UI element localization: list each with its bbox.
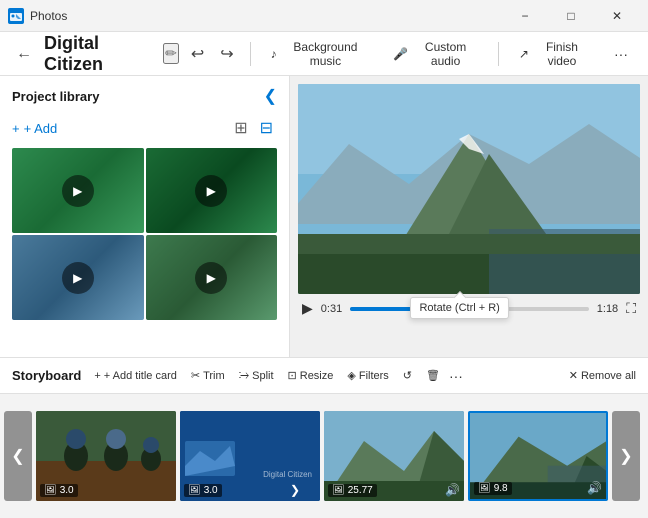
toolbar-separator2 — [498, 42, 499, 66]
minimize-button[interactable]: − — [502, 0, 548, 32]
right-panel: ▶ 0:31 Rotate (Ctrl + R) 1:18 ⛶ — [290, 76, 648, 357]
view-toggles: ⊞ ⊟ — [230, 116, 277, 140]
clip-4-audio: 🔊 — [587, 481, 602, 495]
music-icon: ♪ — [271, 47, 277, 61]
titlebar: Photos − □ ✕ — [0, 0, 648, 32]
play-overlay-2: ▶ — [195, 175, 227, 207]
collapse-panel-button[interactable]: ❮ — [264, 86, 277, 106]
clip-2-watermark: Digital Citizen — [263, 470, 312, 479]
trim-icon: ✂ — [191, 369, 200, 382]
export-icon: ↗ — [519, 47, 529, 61]
clip-3[interactable]: 🖼 25.77 🔊 — [324, 411, 464, 501]
top-toolbar: ← Digital Citizen ✏ ↩ ↪ ♪ Background mus… — [0, 32, 648, 76]
undo-button[interactable]: ↩ — [187, 40, 208, 68]
trim-button[interactable]: ✂ Trim — [186, 367, 230, 384]
play-overlay-1: ▶ — [62, 175, 94, 207]
playback-controls: ▶ 0:31 Rotate (Ctrl + R) 1:18 ⛶ — [298, 294, 640, 323]
window-controls: − □ ✕ — [502, 0, 640, 32]
remove-all-button[interactable]: ✕ Remove all — [569, 369, 636, 382]
time-total: 1:18 — [597, 303, 618, 315]
trash-icon: 🗑 — [426, 369, 440, 382]
grid-view-button[interactable]: ⊞ — [230, 116, 251, 140]
media-thumbnail-2[interactable]: ▶ — [146, 148, 278, 233]
rotate-tooltip: Rotate (Ctrl + R) — [410, 297, 508, 319]
close-icon: ✕ — [569, 369, 578, 382]
maximize-button[interactable]: □ — [548, 0, 594, 32]
filters-button[interactable]: ◈ Filters — [342, 367, 393, 384]
image-icon: 🖼 — [478, 483, 491, 494]
video-preview — [298, 84, 640, 294]
play-overlay-3: ▶ — [62, 262, 94, 294]
image-icon: 🖼 — [44, 485, 57, 496]
tooltip-text: Rotate (Ctrl + R) — [419, 302, 499, 314]
audio-icon: 🎤 — [393, 47, 408, 61]
clip-1[interactable]: 🖼 3.0 — [36, 411, 176, 501]
photos-icon — [8, 8, 24, 24]
add-bar: + + Add ⊞ ⊟ — [0, 112, 289, 148]
plus-icon: + — [12, 121, 20, 136]
progress-bar[interactable]: Rotate (Ctrl + R) — [350, 307, 589, 311]
clip-4-duration: 🖼 9.8 — [474, 482, 512, 495]
storyboard-area: Storyboard + + Add title card ✂ Trim ⧴ S… — [0, 357, 648, 517]
panel-title: Project library — [12, 89, 99, 104]
play-overlay-4: ▶ — [195, 262, 227, 294]
storyboard-toolbar: Storyboard + + Add title card ✂ Trim ⧴ S… — [0, 358, 648, 394]
media-thumbnail-1[interactable]: ▶ — [12, 148, 144, 233]
split-button[interactable]: ⧴ Split — [234, 367, 279, 384]
back-button[interactable]: ← — [12, 41, 36, 67]
plus-icon: + — [94, 370, 100, 382]
clip-4[interactable]: 🖼 9.8 🔊 — [468, 411, 608, 501]
delete-clip-button[interactable]: 🗑 — [421, 367, 445, 384]
clip-3-duration: 🖼 25.77 — [328, 484, 377, 497]
storyboard-clips: ❮ 🖼 3.0 — [0, 394, 648, 518]
preview-scene — [298, 84, 640, 294]
clip-3-audio: 🔊 — [445, 483, 460, 497]
add-media-button[interactable]: + + Add — [12, 121, 57, 136]
storyboard-more-button[interactable]: ··· — [449, 368, 463, 384]
background-music-button[interactable]: ♪ Background music — [263, 36, 378, 72]
app-body: ← Digital Citizen ✏ ↩ ↪ ♪ Background mus… — [0, 32, 648, 517]
list-view-button[interactable]: ⊟ — [256, 116, 277, 140]
resize-button[interactable]: ⊡ Resize — [283, 367, 339, 384]
left-panel: Project library ❮ + + Add ⊞ ⊟ ▶ ▶ — [0, 76, 290, 357]
finish-video-button[interactable]: ↗ Finish video — [511, 36, 598, 72]
image-icon: 🖼 — [332, 485, 345, 496]
media-thumbnail-3[interactable]: ▶ — [12, 235, 144, 320]
media-thumbnail-4[interactable]: ▶ — [146, 235, 278, 320]
custom-audio-button[interactable]: 🎤 Custom audio — [385, 36, 486, 72]
split-icon: ⧴ — [239, 369, 249, 382]
clip-2-indicator: ❯ — [290, 483, 300, 497]
image-icon: 🖼 — [188, 485, 201, 496]
app-name: Photos — [30, 9, 502, 23]
edit-title-button[interactable]: ✏ — [163, 43, 179, 64]
time-current: 0:31 — [321, 303, 342, 315]
more-options-button[interactable]: ··· — [606, 42, 636, 66]
clip-2-duration: 🖼 3.0 — [184, 484, 222, 497]
rotate-button[interactable]: ↺ — [398, 367, 417, 384]
media-grid: ▶ ▶ ▶ ▶ — [0, 148, 289, 332]
fullscreen-button[interactable]: ⛶ — [626, 300, 636, 317]
storyboard-label: Storyboard — [12, 368, 81, 383]
panel-header: Project library ❮ — [0, 76, 289, 112]
play-button[interactable]: ▶ — [302, 300, 313, 317]
filters-icon: ◈ — [347, 369, 355, 382]
rotate-icon: ↺ — [403, 369, 412, 382]
scroll-right-button[interactable]: ❯ — [612, 411, 640, 501]
project-title: Digital Citizen — [44, 33, 151, 75]
add-title-card-button[interactable]: + + Add title card — [89, 368, 182, 384]
clip-1-duration: 🖼 3.0 — [40, 484, 78, 497]
content-area: Project library ❮ + + Add ⊞ ⊟ ▶ ▶ — [0, 76, 648, 357]
redo-button[interactable]: ↪ — [216, 40, 237, 68]
clip-2[interactable]: 🖼 3.0 Digital Citizen ❯ — [180, 411, 320, 501]
scroll-left-button[interactable]: ❮ — [4, 411, 32, 501]
toolbar-separator — [250, 42, 251, 66]
resize-icon: ⊡ — [288, 369, 297, 382]
close-button[interactable]: ✕ — [594, 0, 640, 32]
